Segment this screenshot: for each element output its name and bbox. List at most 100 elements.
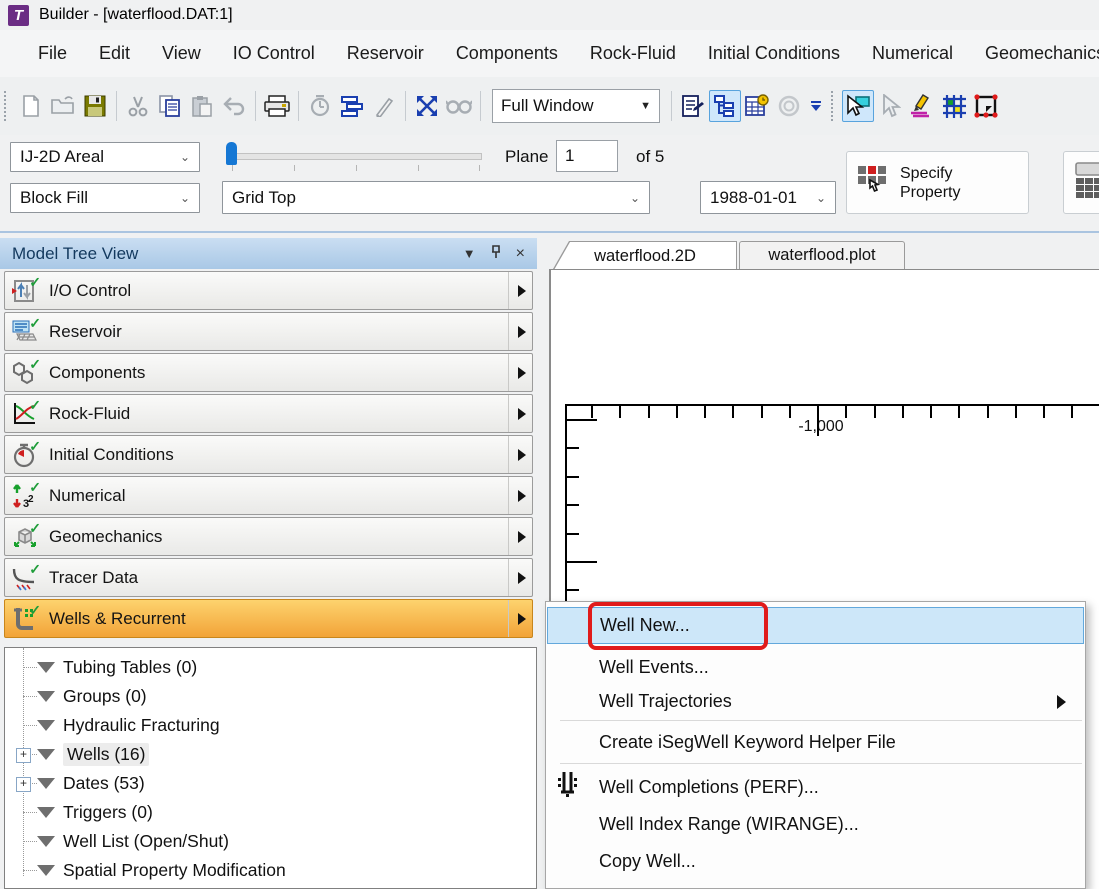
- tree-item-wells-16-[interactable]: Wells (16): [5, 740, 537, 769]
- tree-item-well-list-open-shut-[interactable]: Well List (Open/Shut): [5, 827, 537, 856]
- calculate-property-button[interactable]: Calculate Property: [1063, 151, 1099, 214]
- print-icon[interactable]: [261, 90, 293, 122]
- properties-icon[interactable]: [677, 90, 709, 122]
- expand-arrow-icon[interactable]: [508, 313, 526, 350]
- region-select-icon[interactable]: [970, 90, 1002, 122]
- accordion-item-numerical[interactable]: 32✓Numerical: [4, 476, 533, 515]
- plane-number-input[interactable]: 1: [556, 140, 618, 172]
- menu-item-well-trajectories[interactable]: Well Trajectories: [547, 683, 1084, 720]
- expand-arrow-icon[interactable]: [508, 272, 526, 309]
- document-tab-bar: waterflood.2D waterflood.plot: [545, 238, 1099, 269]
- collapse-triangle-icon[interactable]: [37, 778, 55, 789]
- new-document-icon[interactable]: [15, 90, 47, 122]
- expand-arrow-icon[interactable]: [508, 436, 526, 473]
- main-toolbar: Full Window ▼: [0, 77, 1099, 136]
- align-layers-icon[interactable]: [336, 90, 368, 122]
- accordion-item-components[interactable]: ✓Components: [4, 353, 533, 392]
- accordion-item-reservoir[interactable]: ✓Reservoir: [4, 312, 533, 351]
- toolbar-overflow-button[interactable]: [805, 90, 827, 122]
- tree-item-hydraulic-fracturing[interactable]: Hydraulic Fracturing: [5, 711, 537, 740]
- close-icon[interactable]: ×: [516, 245, 525, 263]
- view-type-select[interactable]: IJ-2D Areal⌄: [10, 142, 200, 172]
- expand-arrow-icon[interactable]: [508, 600, 526, 637]
- title-bar: T Builder - [waterflood.DAT:1]: [0, 0, 1099, 30]
- menu-item-create-isegwell[interactable]: Create iSegWell Keyword Helper File: [547, 724, 1084, 761]
- menu-numerical[interactable]: Numerical: [856, 37, 969, 70]
- accordion-item-rock-fluid[interactable]: ✓Rock-Fluid: [4, 394, 533, 433]
- plane-slider-track[interactable]: [228, 153, 482, 160]
- tab-waterflood-plot[interactable]: waterflood.plot: [739, 241, 905, 269]
- accordion-item-geomechanics[interactable]: ✓Geomechanics: [4, 517, 533, 556]
- edit-drawing-icon[interactable]: [906, 90, 938, 122]
- geomechanics-icon: ✓: [11, 524, 39, 550]
- menu-components[interactable]: Components: [440, 37, 574, 70]
- menu-io-control[interactable]: IO Control: [217, 37, 331, 70]
- collapse-triangle-icon[interactable]: [37, 720, 55, 731]
- expand-arrow-icon[interactable]: [508, 559, 526, 596]
- axis-line: [619, 404, 621, 418]
- panel-menu-chevron-icon[interactable]: ▼: [463, 246, 476, 261]
- tree-item-spatial-property-modification[interactable]: Spatial Property Modification: [5, 856, 537, 885]
- tree-item-tubing-tables-0-[interactable]: Tubing Tables (0): [5, 653, 537, 682]
- expand-arrow-icon[interactable]: [508, 477, 526, 514]
- check-icon: ✓: [29, 602, 41, 619]
- tree-view-icon[interactable]: [709, 90, 741, 122]
- menu-item-well-index-range[interactable]: Well Index Range (WIRANGE)...: [547, 806, 1084, 843]
- expand-arrow-icon[interactable]: [508, 354, 526, 391]
- grid-probe-icon[interactable]: [938, 90, 970, 122]
- date-table-icon[interactable]: [741, 90, 773, 122]
- expand-arrow-icon[interactable]: [508, 395, 526, 432]
- axis-line: [676, 404, 678, 418]
- paste-icon[interactable]: [186, 90, 218, 122]
- save-icon[interactable]: [79, 90, 111, 122]
- tree-item-groups-0-[interactable]: Groups (0): [5, 682, 537, 711]
- menu-geomechanics[interactable]: Geomechanics: [969, 37, 1099, 70]
- menu-view[interactable]: View: [146, 37, 217, 70]
- menu-reservoir[interactable]: Reservoir: [331, 37, 440, 70]
- collapse-triangle-icon[interactable]: [37, 865, 55, 876]
- tree-item-dates-53-[interactable]: Dates (53): [5, 769, 537, 798]
- axis-line: [930, 404, 932, 418]
- collapse-triangle-icon[interactable]: [37, 807, 55, 818]
- check-icon: ✓: [29, 274, 41, 291]
- tracer-data-icon: ✓: [11, 565, 39, 591]
- collapse-triangle-icon[interactable]: [37, 662, 55, 673]
- time-step-icon[interactable]: [304, 90, 336, 122]
- date-select[interactable]: 1988-01-01⌄: [700, 181, 836, 214]
- select-annotate-icon[interactable]: [842, 90, 874, 122]
- menu-item-well-completions[interactable]: Well Completions (PERF)...: [547, 769, 1084, 806]
- menu-rock-fluid[interactable]: Rock-Fluid: [574, 37, 692, 70]
- accordion-item-tracer-data[interactable]: ✓Tracer Data: [4, 558, 533, 597]
- accordion-item-initial-conditions[interactable]: ✓Initial Conditions: [4, 435, 533, 474]
- open-file-icon[interactable]: [47, 90, 79, 122]
- property-select[interactable]: Grid Top⌄: [222, 181, 650, 214]
- tab-waterflood-2d[interactable]: waterflood.2D: [553, 241, 737, 269]
- menu-item-copy-well[interactable]: Copy Well...: [547, 843, 1084, 880]
- model-tree-accordion: ✓I/O Control✓Reservoir✓Components✓Rock-F…: [0, 271, 537, 647]
- fill-mode-select[interactable]: Block Fill⌄: [10, 183, 200, 213]
- pin-icon[interactable]: [490, 244, 502, 264]
- collapse-triangle-icon[interactable]: [37, 691, 55, 702]
- collapse-triangle-icon[interactable]: [37, 749, 55, 760]
- draw-pen-icon[interactable]: [368, 90, 400, 122]
- view-mode-combobox[interactable]: Full Window ▼: [492, 89, 660, 123]
- menu-file[interactable]: File: [22, 37, 83, 70]
- accordion-item-i-o-control[interactable]: ✓I/O Control: [4, 271, 533, 310]
- accordion-item-wells-recurrent[interactable]: ✓Wells & Recurrent: [4, 599, 533, 638]
- specify-property-button[interactable]: Specify Property: [846, 151, 1029, 214]
- cut-icon[interactable]: [122, 90, 154, 122]
- fit-to-window-icon[interactable]: [411, 90, 443, 122]
- expand-arrow-icon[interactable]: [508, 518, 526, 555]
- collapse-triangle-icon[interactable]: [37, 836, 55, 847]
- undo-icon[interactable]: [218, 90, 250, 122]
- menu-edit[interactable]: Edit: [83, 37, 146, 70]
- panel-splitter[interactable]: [537, 238, 545, 889]
- plane-slider-handle[interactable]: [226, 142, 237, 165]
- menu-item-well-new[interactable]: Well New...: [547, 607, 1084, 644]
- menu-initial-conditions[interactable]: Initial Conditions: [692, 37, 856, 70]
- copy-icon[interactable]: [154, 90, 186, 122]
- menu-item-well-events[interactable]: Well Events...: [547, 649, 1084, 686]
- specify-property-label: Specify Property: [900, 164, 972, 202]
- tree-item-triggers-0-[interactable]: Triggers (0): [5, 798, 537, 827]
- view-glasses-icon[interactable]: [443, 90, 475, 122]
